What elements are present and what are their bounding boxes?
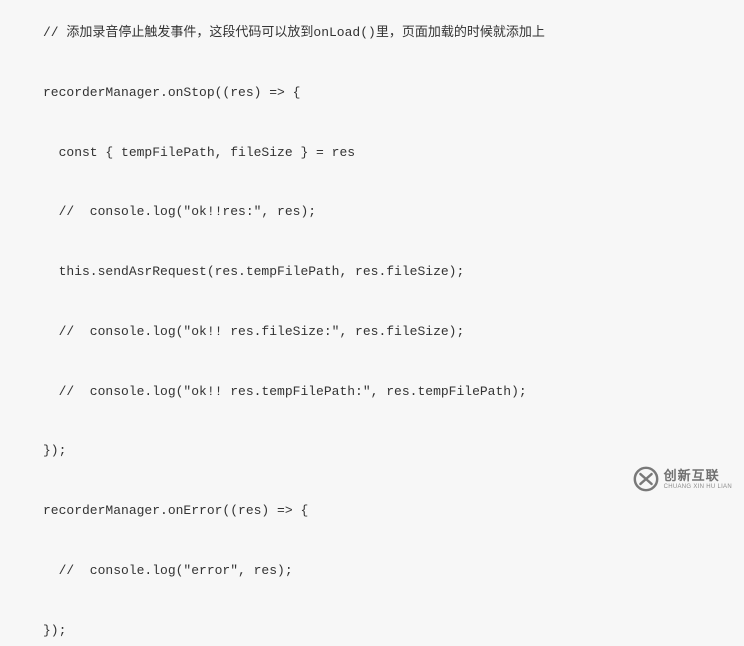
watermark-logo-icon [632,465,660,493]
code-content: // 添加录音停止触发事件，这段代码可以放到onLoad()里，页面加载的时候就… [43,25,545,638]
watermark-en: CHUANG XIN HU LIAN [664,484,732,490]
code-block: // 添加录音停止触发事件，这段代码可以放到onLoad()里，页面加载的时候就… [43,18,744,646]
watermark-cn: 创新互联 [664,469,732,482]
watermark-text: 创新互联 CHUANG XIN HU LIAN [664,469,732,490]
watermark: 创新互联 CHUANG XIN HU LIAN [632,465,732,493]
